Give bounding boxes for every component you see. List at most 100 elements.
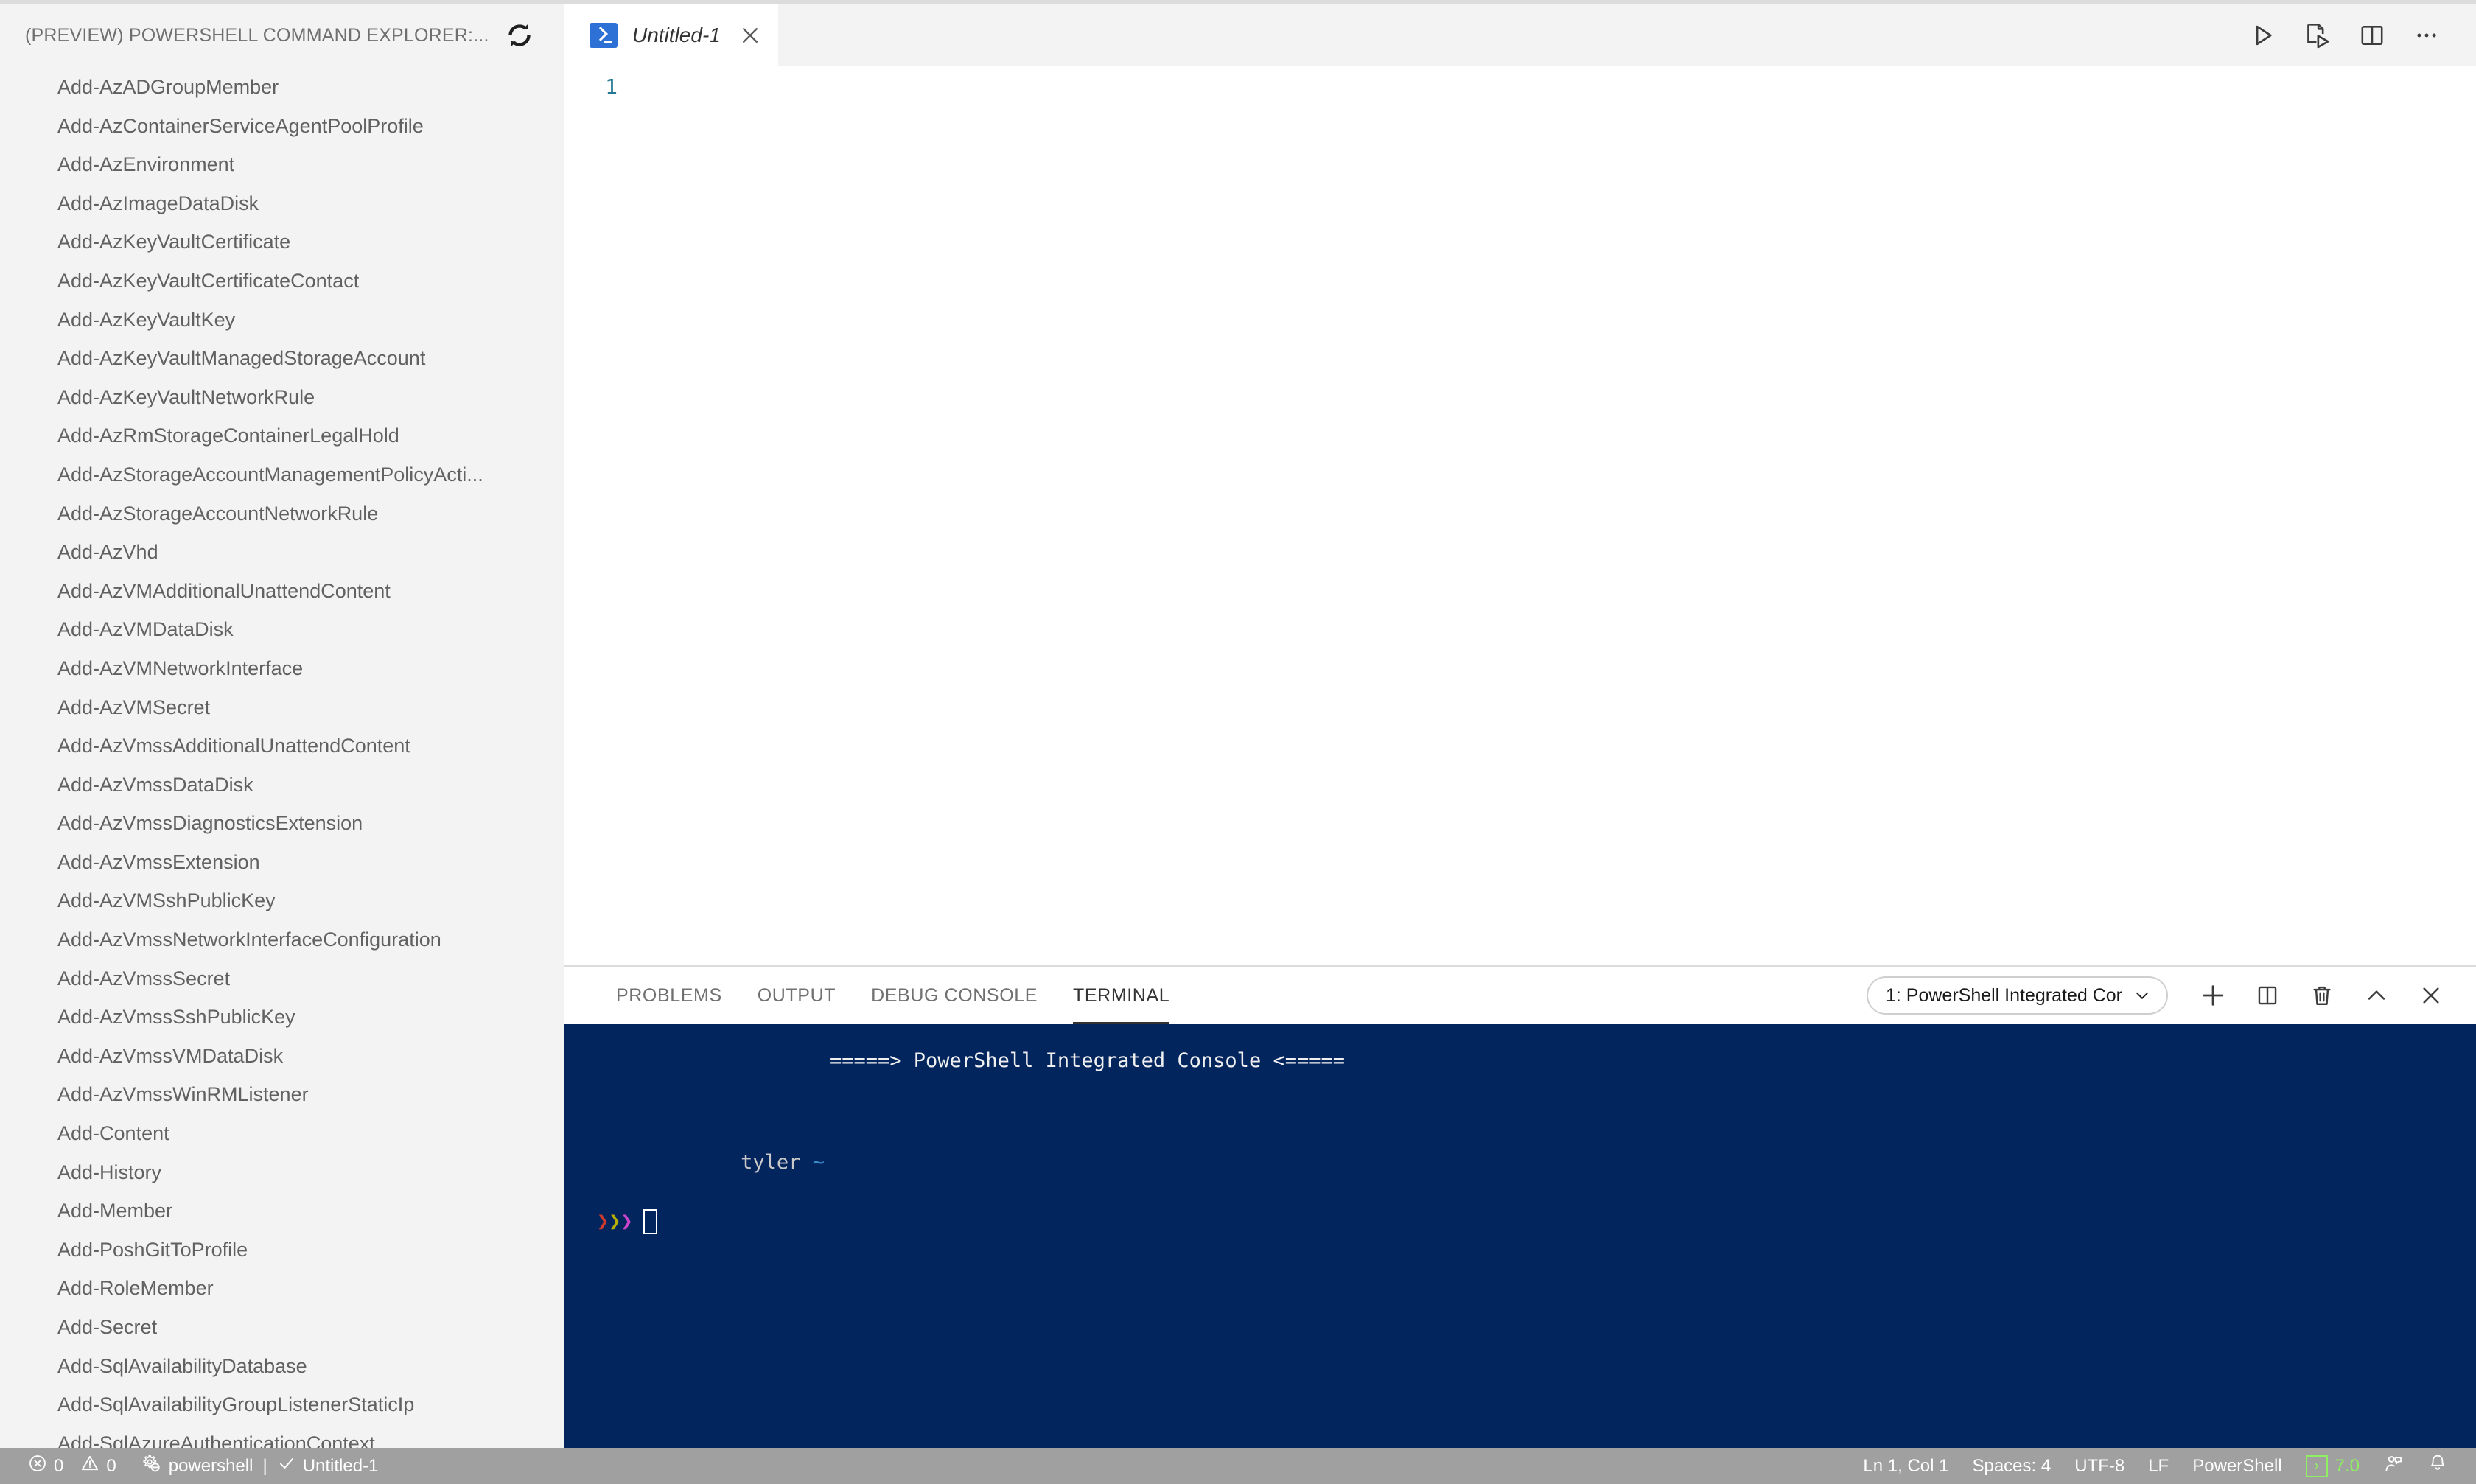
sidebar: (PREVIEW) POWERSHELL COMMAND EXPLORER:..… <box>0 4 564 1448</box>
pwsh-version-group: › 7.0 <box>2305 1455 2360 1477</box>
list-item[interactable]: Add-AzRmStorageContainerLegalHold <box>0 416 564 455</box>
status-pwsh-version[interactable]: › 7.0 <box>2294 1448 2371 1484</box>
error-icon <box>28 1454 47 1478</box>
list-item[interactable]: Add-AzVmssAdditionalUnattendContent <box>0 727 564 766</box>
status-powershell-extension[interactable]: powershell | Untitled-1 <box>128 1448 391 1484</box>
list-item[interactable]: Add-AzVMSshPublicKey <box>0 881 564 920</box>
tab-problems[interactable]: PROBLEMS <box>598 967 740 1024</box>
list-item[interactable]: Add-AzKeyVaultManagedStorageAccount <box>0 339 564 378</box>
status-bar-left: 0 0 powershell | Untitled-1 <box>0 1448 390 1484</box>
list-item[interactable]: Add-AzKeyVaultNetworkRule <box>0 378 564 417</box>
chevron-down-icon <box>2133 986 2152 1005</box>
list-item[interactable]: Add-AzKeyVaultKey <box>0 301 564 340</box>
list-item[interactable]: Add-RoleMember <box>0 1269 564 1308</box>
split-editor-icon[interactable] <box>2345 8 2399 63</box>
status-indentation[interactable]: Spaces: 4 <box>1960 1448 2063 1484</box>
terminal-select[interactable]: 1: PowerShell Integrated Cor <box>1866 976 2168 1015</box>
person-feedback-icon <box>2383 1453 2404 1479</box>
powershell-file-icon <box>588 20 619 51</box>
extension-label: powershell <box>168 1455 253 1476</box>
prompt-chevron-3: ❯ <box>620 1210 633 1233</box>
gear-minus-icon <box>140 1452 162 1480</box>
terminal-output[interactable]: =====> PowerShell Integrated Console <==… <box>564 1024 2476 1448</box>
list-item[interactable]: Add-History <box>0 1153 564 1192</box>
terminal-prompt-line: tyler ~ <box>564 1119 2476 1207</box>
list-item[interactable]: Add-AzVMDataDisk <box>0 610 564 649</box>
list-item[interactable]: Add-AzEnvironment <box>0 145 564 184</box>
status-bar-right: Ln 1, Col 1 Spaces: 4 UTF-8 LF PowerShel… <box>1851 1448 2476 1484</box>
panel-tabbar: PROBLEMS OUTPUT DEBUG CONSOLE TERMINAL 1… <box>564 967 2476 1024</box>
tab-output[interactable]: OUTPUT <box>740 967 853 1024</box>
status-separator: | <box>262 1455 267 1476</box>
sidebar-title: (PREVIEW) POWERSHELL COMMAND EXPLORER:..… <box>25 24 489 46</box>
list-item[interactable]: Add-AzVMNetworkInterface <box>0 649 564 688</box>
list-item[interactable]: Add-SqlAzureAuthenticationContext <box>0 1424 564 1448</box>
close-icon[interactable] <box>735 21 765 50</box>
tab-debug-console[interactable]: DEBUG CONSOLE <box>853 967 1055 1024</box>
status-notifications[interactable] <box>2416 1448 2460 1484</box>
list-item[interactable]: Add-AzVmssExtension <box>0 843 564 882</box>
prompt-chevron-1: ❯ <box>597 1210 609 1233</box>
list-item[interactable]: Add-AzContainerServiceAgentPoolProfile <box>0 107 564 146</box>
editor-column: Untitled-1 1 PROBLEMS OUTPUT DEBUG CONSO… <box>564 4 2476 1448</box>
list-item[interactable]: Add-AzVmssVMDataDisk <box>0 1037 564 1076</box>
list-item[interactable]: Add-AzStorageAccountManagementPolicyActi… <box>0 455 564 494</box>
list-item[interactable]: Add-AzVmssSshPublicKey <box>0 998 564 1037</box>
list-item[interactable]: Add-AzVmssDataDisk <box>0 766 564 805</box>
plus-icon[interactable] <box>2187 970 2239 1021</box>
list-item[interactable]: Add-Member <box>0 1191 564 1231</box>
editor-actions <box>2236 4 2476 66</box>
line-number: 1 <box>605 74 618 99</box>
status-encoding[interactable]: UTF-8 <box>2063 1448 2136 1484</box>
tab-label: Untitled-1 <box>632 24 721 46</box>
terminal-input-line[interactable]: ❯ ❯ ❯ <box>564 1207 2476 1236</box>
list-item[interactable]: Add-AzKeyVaultCertificate <box>0 223 564 262</box>
block-cursor <box>643 1209 657 1234</box>
refresh-icon[interactable] <box>503 18 536 52</box>
sidebar-header: (PREVIEW) POWERSHELL COMMAND EXPLORER:..… <box>0 4 564 66</box>
list-item[interactable]: Add-AzADGroupMember <box>0 68 564 107</box>
tab-terminal[interactable]: TERMINAL <box>1055 967 1187 1024</box>
bell-icon <box>2427 1453 2448 1479</box>
list-item[interactable]: Add-AzVmssSecret <box>0 959 564 998</box>
prompt-chevron-2: ❯ <box>609 1210 621 1233</box>
tab-untitled-1[interactable]: Untitled-1 <box>564 4 778 66</box>
play-icon[interactable] <box>2236 8 2290 63</box>
trash-icon[interactable] <box>2296 970 2348 1021</box>
status-eol[interactable]: LF <box>2136 1448 2181 1484</box>
status-bar: 0 0 powershell | Untitled-1 Ln 1, Col 1 … <box>0 1448 2476 1484</box>
pwsh-prompt-icon: › <box>2305 1455 2328 1477</box>
list-item[interactable]: Add-Secret <box>0 1308 564 1347</box>
panel-spacer <box>1187 967 1867 1024</box>
list-item[interactable]: Add-PoshGitToProfile <box>0 1231 564 1270</box>
editor-tabbar: Untitled-1 <box>564 4 2476 66</box>
list-item[interactable]: Add-AzVMAdditionalUnattendContent <box>0 572 564 611</box>
chevron-up-icon[interactable] <box>2351 970 2402 1021</box>
check-icon <box>277 1454 296 1478</box>
list-item[interactable]: Add-SqlAvailabilityGroupListenerStaticIp <box>0 1385 564 1424</box>
list-item[interactable]: Add-AzVMSecret <box>0 688 564 727</box>
code-editor[interactable]: 1 <box>564 66 2476 965</box>
list-item[interactable]: Add-AzVmssWinRMListener <box>0 1075 564 1114</box>
list-item[interactable]: Add-AzVmssNetworkInterfaceConfiguration <box>0 920 564 959</box>
close-panel-icon[interactable] <box>2405 970 2457 1021</box>
list-item[interactable]: Add-AzKeyVaultCertificateContact <box>0 262 564 301</box>
split-icon[interactable] <box>2242 970 2293 1021</box>
tabbar-spacer <box>778 4 2236 66</box>
list-item[interactable]: Add-AzVhd <box>0 533 564 572</box>
list-item[interactable]: Add-AzStorageAccountNetworkRule <box>0 494 564 533</box>
status-cursor-position[interactable]: Ln 1, Col 1 <box>1851 1448 1960 1484</box>
workbench-body: (PREVIEW) POWERSHELL COMMAND EXPLORER:..… <box>0 4 2476 1448</box>
list-item[interactable]: Add-SqlAvailabilityDatabase <box>0 1347 564 1386</box>
status-feedback[interactable] <box>2371 1448 2416 1484</box>
run-file-icon[interactable] <box>2290 8 2345 63</box>
status-language-mode[interactable]: PowerShell <box>2181 1448 2293 1484</box>
list-item[interactable]: Add-AzImageDataDisk <box>0 184 564 223</box>
list-item[interactable]: Add-AzVmssDiagnosticsExtension <box>0 804 564 843</box>
command-explorer-list[interactable]: Add-AzADGroupMember Add-AzContainerServi… <box>0 66 564 1448</box>
warning-count: 0 <box>106 1455 116 1476</box>
ellipsis-icon[interactable] <box>2399 8 2454 63</box>
status-problems[interactable]: 0 0 <box>16 1448 128 1484</box>
list-item[interactable]: Add-Content <box>0 1114 564 1153</box>
